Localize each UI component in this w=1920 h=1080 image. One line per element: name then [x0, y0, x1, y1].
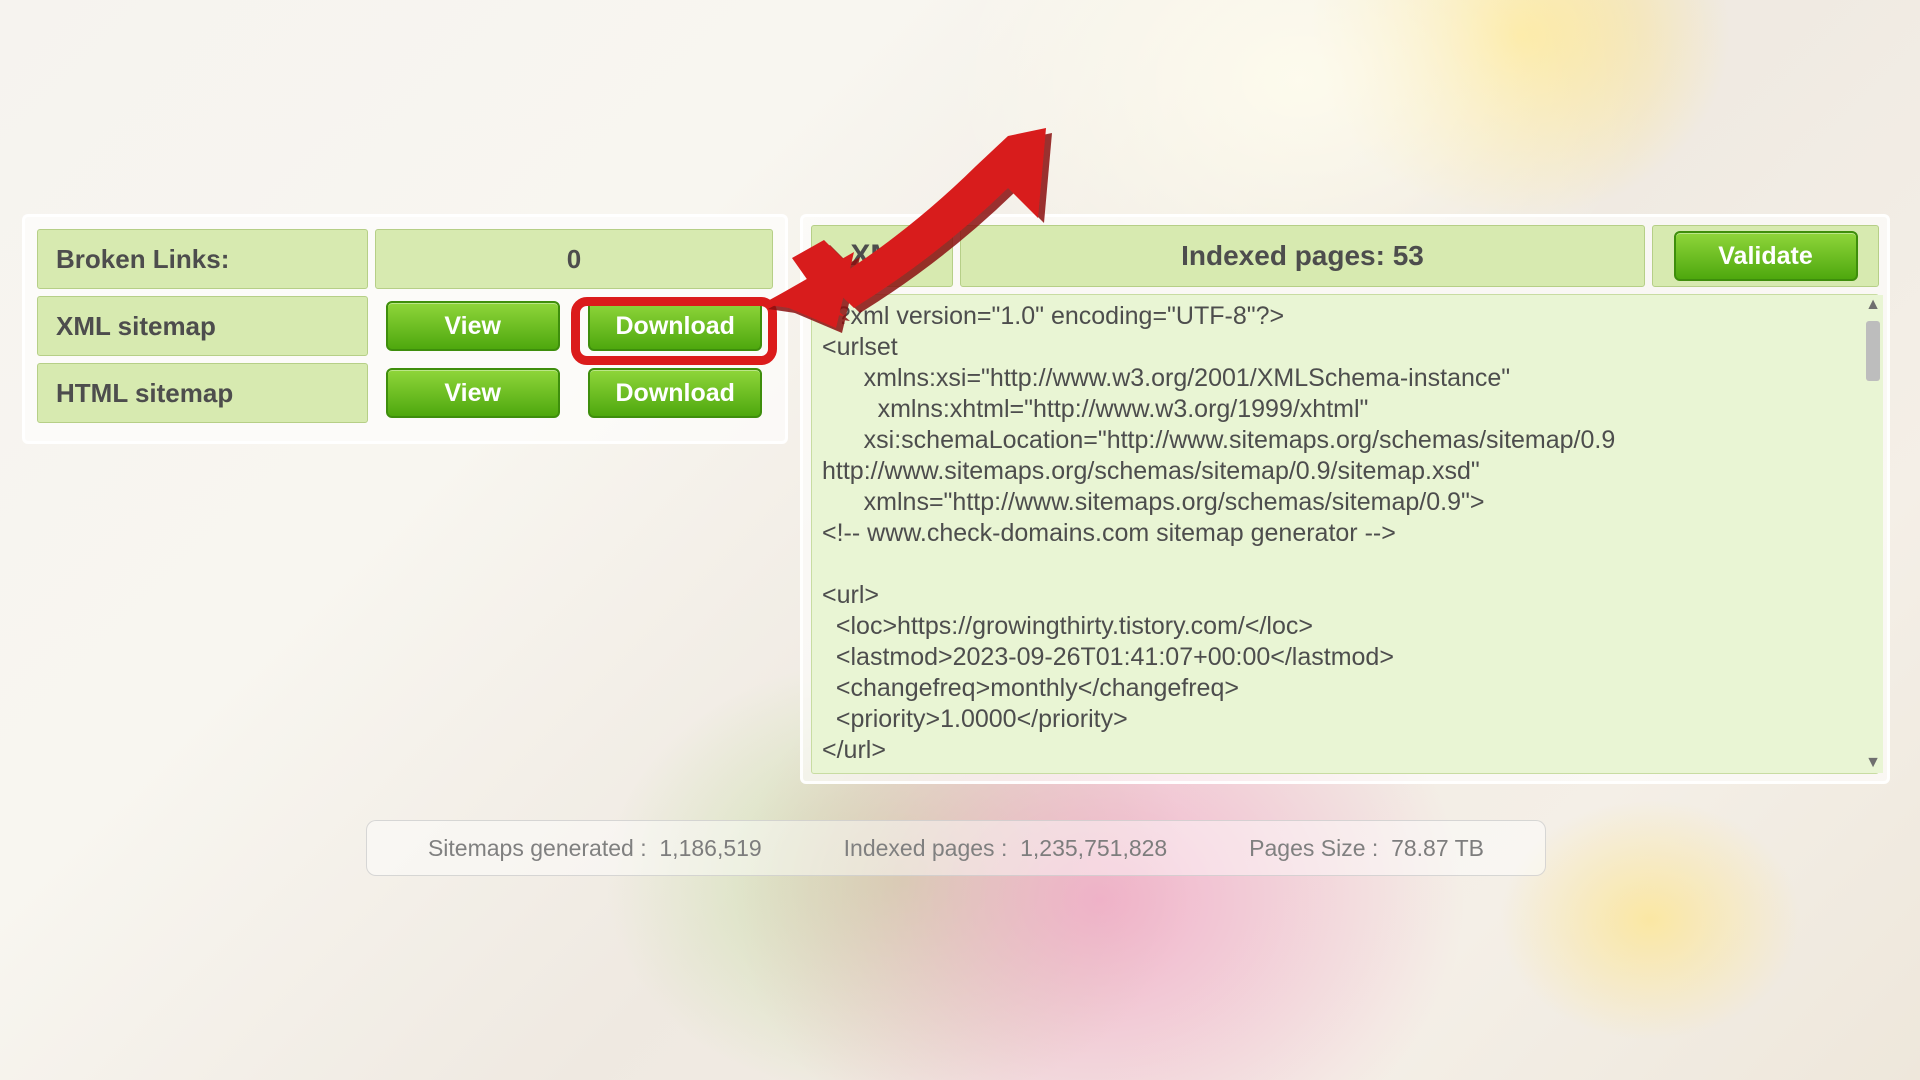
xml-preview[interactable]: <?xml version="1.0" encoding="UTF-8"?> <… — [811, 294, 1879, 774]
stats-size: Pages Size : 78.87 TB — [1249, 835, 1484, 862]
validate-button[interactable]: Validate — [1674, 231, 1858, 281]
scroll-thumb[interactable] — [1866, 321, 1880, 381]
sitemap-summary-panel: Broken Links: 0 XML sitemap View Downloa… — [22, 214, 788, 444]
xml-sitemap-label: XML sitemap — [37, 296, 368, 356]
stats-bar: Sitemaps generated : 1,186,519 Indexed p… — [366, 820, 1546, 876]
xml-scrollbar[interactable]: ▲ ▼ — [1863, 295, 1883, 773]
html-sitemap-label: HTML sitemap — [37, 363, 368, 423]
broken-links-value: 0 — [375, 229, 773, 289]
indexed-pages-label: Indexed pages: 53 — [960, 225, 1645, 287]
stats-indexed: Indexed pages : 1,235,751,828 — [844, 835, 1168, 862]
xml-download-button[interactable]: Download — [588, 301, 762, 351]
stats-generated: Sitemaps generated : 1,186,519 — [428, 835, 762, 862]
xml-view-button[interactable]: View — [386, 301, 560, 351]
xml-tab[interactable]: XML — [811, 225, 953, 287]
html-view-button[interactable]: View — [386, 368, 560, 418]
broken-links-label: Broken Links: — [37, 229, 368, 289]
html-download-button[interactable]: Download — [588, 368, 762, 418]
sitemap-preview-panel: XML Indexed pages: 53 Validate <?xml ver… — [800, 214, 1890, 784]
scroll-down-icon[interactable]: ▼ — [1863, 753, 1883, 773]
scroll-up-icon[interactable]: ▲ — [1863, 295, 1883, 315]
